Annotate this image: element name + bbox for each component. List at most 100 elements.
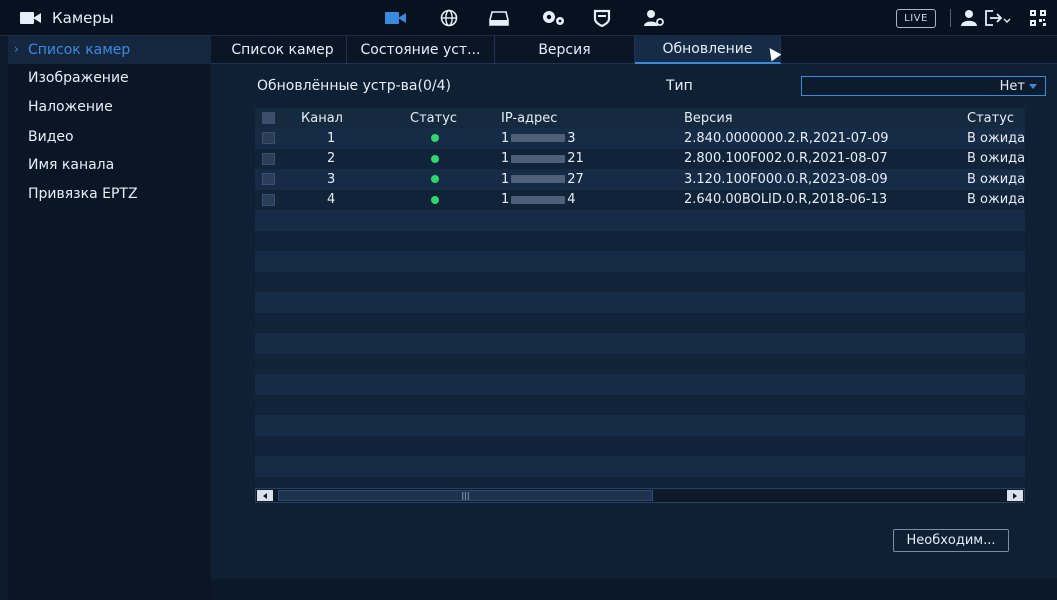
row-checkbox[interactable] [262, 152, 275, 165]
devices-table: Канал Статус IP-адрес Версия Статус 1132… [255, 108, 1025, 488]
status-cell [431, 128, 461, 149]
channel-cell: 4 [327, 192, 336, 208]
ip-mask [511, 154, 566, 163]
version-cell: 3.120.100F000.0.R,2023-08-09 [684, 171, 888, 187]
status-online-icon [431, 154, 439, 163]
globe-icon[interactable] [437, 8, 461, 28]
ip-suffix: 4 [567, 192, 576, 208]
top-bar: Камеры LIVE [0, 0, 1057, 36]
camera-icon [20, 12, 42, 24]
sidebar-item-label: Изображение [28, 70, 129, 86]
table-row[interactable]: 3 1 27 3.120.100F000.0.R,2023-08-09 В ожидан [255, 169, 1025, 190]
table-row[interactable] [255, 231, 1025, 252]
sidebar-item-channel-name[interactable]: Имя канала [8, 151, 211, 179]
tab-bar: Список камер Состояние уст... Версия Обн… [211, 36, 1057, 64]
table-row[interactable] [255, 251, 1025, 272]
tab-device-status[interactable]: Состояние уст... [347, 36, 495, 64]
divider [950, 9, 951, 27]
ip-cell: 1 27 [501, 169, 671, 190]
version-cell: 2.640.00BOLID.0.R,2018-06-13 [684, 192, 888, 208]
version-cell: 2.800.100F002.0.R,2021-08-07 [684, 151, 888, 167]
sidebar: › Список камер Изображение Наложение Вид… [8, 36, 211, 600]
table-row[interactable] [255, 477, 1025, 489]
storage-icon[interactable] [487, 8, 511, 28]
sidebar-item-label: Привязка EPTZ [28, 186, 138, 202]
update-state-cell: В ожидан [967, 192, 1025, 208]
channel-cell: 1 [327, 130, 336, 146]
camera-icon[interactable] [381, 8, 411, 28]
required-update-button[interactable]: Необходим... [893, 529, 1009, 552]
user-settings-icon[interactable] [641, 8, 667, 28]
table-row[interactable] [255, 333, 1025, 354]
main-panel: Список камер Состояние уст... Версия Обн… [211, 36, 1057, 600]
select-all-checkbox[interactable] [262, 112, 275, 124]
ip-suffix: 27 [567, 171, 584, 187]
table-row[interactable] [255, 272, 1025, 293]
table-row[interactable]: 1 13 2.840.0000000.2.R,2021-07-09 В ожидан [255, 128, 1025, 149]
row-checkbox[interactable] [262, 132, 275, 144]
table-row[interactable] [255, 415, 1025, 436]
version-cell: 2.840.0000000.2.R,2021-07-09 [684, 130, 889, 146]
ip-prefix: 1 [501, 192, 510, 208]
status-cell [431, 169, 461, 190]
table-row[interactable] [255, 292, 1025, 313]
column-header[interactable]: Статус [410, 108, 490, 128]
ip-prefix: 1 [501, 151, 510, 167]
user-icon[interactable] [958, 8, 980, 28]
table-row[interactable] [255, 436, 1025, 457]
type-label: Тип [666, 78, 693, 94]
sidebar-item-overlay[interactable]: Наложение [8, 93, 211, 121]
channel-cell: 2 [327, 151, 336, 167]
tab-update[interactable]: Обновление [635, 36, 781, 64]
table-row[interactable] [255, 313, 1025, 334]
ip-cell: 13 [501, 128, 671, 149]
scroll-right-icon[interactable] [1007, 490, 1023, 501]
row-checkbox[interactable] [262, 173, 275, 185]
qr-code-icon[interactable] [1027, 8, 1049, 28]
ip-mask [511, 175, 566, 184]
sidebar-item-camera-list[interactable]: › Список камер [8, 36, 211, 64]
tab-version[interactable]: Версия [495, 36, 635, 64]
table-row[interactable] [255, 210, 1025, 231]
table-header: Канал Статус IP-адрес Версия Статус [255, 108, 1025, 128]
ip-mask [511, 134, 566, 143]
column-header[interactable]: Версия [684, 108, 804, 128]
ip-suffix: 21 [567, 151, 584, 167]
settings-gears-icon[interactable] [539, 8, 567, 28]
shield-icon[interactable] [590, 8, 614, 28]
table-row[interactable] [255, 395, 1025, 416]
column-header[interactable]: Статус [967, 108, 1023, 128]
table-row[interactable] [255, 354, 1025, 375]
sidebar-item-video[interactable]: Видео [8, 123, 211, 151]
app-title: Камеры [52, 9, 114, 27]
sidebar-item-image[interactable]: Изображение [8, 64, 211, 92]
type-select-value: Нет [999, 78, 1025, 94]
table-row[interactable]: 4142.640.00BOLID.0.R,2018-06-13В ожидан [255, 190, 1025, 211]
table-row[interactable] [255, 374, 1025, 395]
ip-prefix: 1 [501, 171, 510, 187]
window-title: Камеры [20, 0, 114, 36]
update-state-cell: В ожидан [967, 171, 1025, 187]
scroll-thumb[interactable]: ||| [278, 490, 653, 501]
table-row[interactable]: 21212.800.100F002.0.R,2021-08-07В ожидан [255, 149, 1025, 170]
horizontal-scrollbar[interactable]: ||| [255, 488, 1025, 503]
sidebar-item-label: Имя канала [28, 157, 115, 173]
ip-cell: 14 [501, 190, 671, 211]
ip-cell: 1 21 [501, 149, 671, 170]
column-header[interactable]: IP-адрес [501, 108, 621, 128]
status-online-icon [431, 175, 439, 184]
logout-icon[interactable] [983, 8, 1013, 28]
update-state-cell: В ожидан [967, 130, 1025, 146]
live-button[interactable]: LIVE [896, 9, 936, 28]
table-row[interactable] [255, 456, 1025, 477]
type-select[interactable]: Нет [801, 76, 1046, 96]
status-cell [431, 190, 461, 211]
sidebar-item-eptz[interactable]: Привязка EPTZ [8, 180, 211, 208]
updated-devices-label: Обновлённые устр-ва(0/4) [257, 78, 451, 94]
tab-camera-list[interactable]: Список камер [219, 36, 347, 64]
row-checkbox[interactable] [262, 193, 275, 206]
scroll-left-icon[interactable] [257, 490, 273, 501]
ip-suffix: 3 [567, 130, 576, 146]
sidebar-item-label: Наложение [28, 99, 113, 115]
column-header[interactable]: Канал [301, 108, 381, 128]
